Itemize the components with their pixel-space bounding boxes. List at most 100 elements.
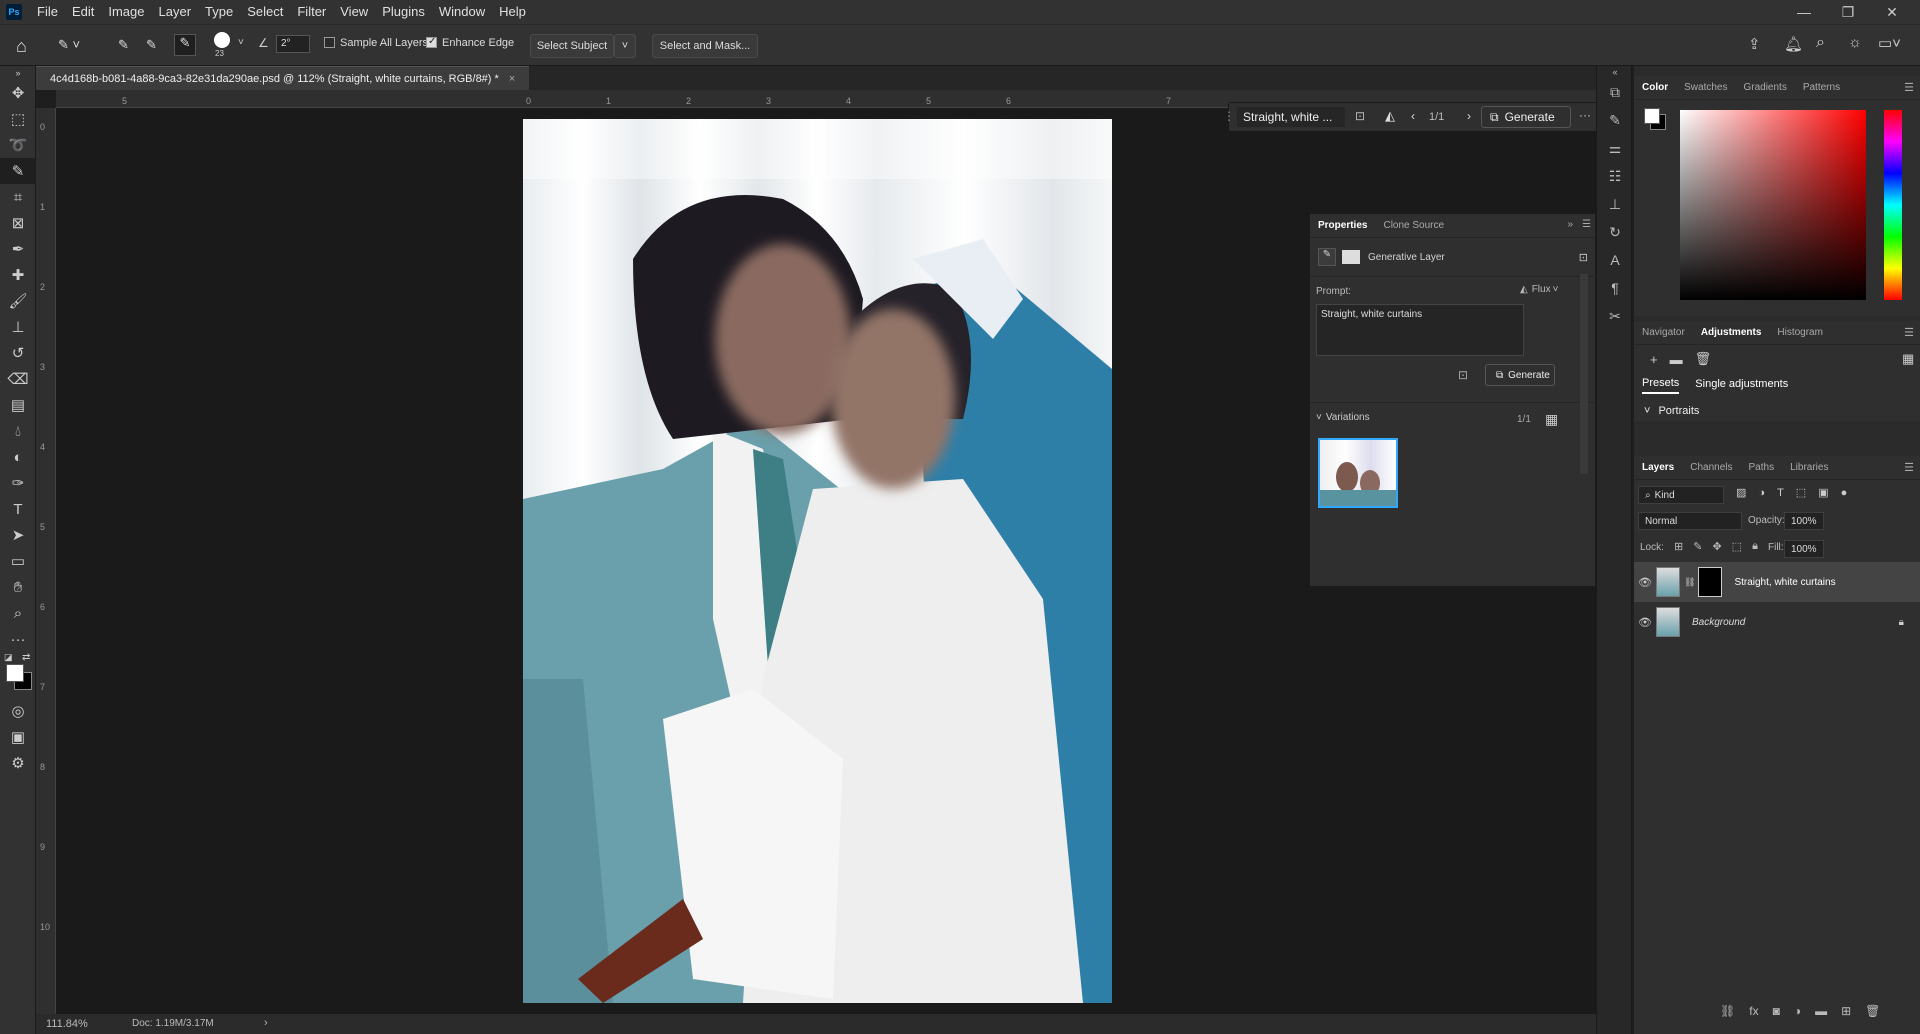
lock-position-icon[interactable]: ✥ <box>1712 540 1721 553</box>
history-brush-icon[interactable]: ↺ <box>0 340 36 366</box>
lock-all-icon[interactable]: 🔒︎ <box>1752 540 1758 553</box>
more-options-icon[interactable]: ··· <box>1579 108 1591 122</box>
home-icon[interactable]: ⌂ <box>16 36 27 57</box>
layer-mask-thumbnail[interactable] <box>1698 567 1723 597</box>
fill-input[interactable]: 100% <box>1784 540 1824 558</box>
menu-type[interactable]: Type <box>198 0 240 24</box>
variation-thumbnail[interactable] <box>1318 438 1398 508</box>
model-icon[interactable]: ◭ <box>1385 108 1395 124</box>
add-to-selection-icon[interactable]: ✎ <box>146 37 157 53</box>
screen-mode-icon[interactable]: ▣ <box>0 724 36 750</box>
tab-presets[interactable]: Presets <box>1642 377 1680 394</box>
portraits-section[interactable]: ˅ Portraits <box>1644 405 1699 417</box>
lock-transparency-icon[interactable]: ⊞ <box>1674 540 1683 553</box>
lasso-tool-icon[interactable]: ➰ <box>0 132 36 158</box>
delete-layer-icon[interactable]: 🗑︎ <box>1865 1004 1880 1018</box>
add-mask-icon[interactable]: ◙ <box>1773 1004 1780 1018</box>
select-and-mask-button[interactable]: Select and Mask... <box>652 34 758 58</box>
menu-image[interactable]: Image <box>101 0 151 24</box>
type-tool-icon[interactable]: T <box>0 496 36 522</box>
reference-image-icon[interactable]: ⊡ <box>1458 368 1468 382</box>
workspace-icon[interactable]: ▭˅ <box>1878 34 1901 52</box>
tab-histogram[interactable]: Histogram <box>1769 321 1831 345</box>
new-layer-icon[interactable]: ⊞ <box>1841 1004 1851 1018</box>
quick-mask-icon[interactable]: ◎ <box>0 698 36 724</box>
select-subject-dropdown-icon[interactable]: ˅ <box>614 34 636 58</box>
frame-tool-icon[interactable]: ⊠ <box>0 210 36 236</box>
edit-toolbar-icon[interactable]: ⚙ <box>0 750 36 776</box>
reference-image-icon[interactable]: ⊡ <box>1579 251 1588 264</box>
tab-single-adjustments[interactable]: Single adjustments <box>1695 378 1788 393</box>
properties-panel-icon[interactable]: ☷ <box>1597 162 1633 190</box>
clone-source-icon[interactable]: ⊥ <box>1597 190 1633 218</box>
crop-tool-icon[interactable]: ⌗ <box>0 184 36 210</box>
foreground-color-swatch[interactable] <box>6 664 24 682</box>
properties-generate-button[interactable]: ⧉ Generate <box>1485 364 1555 386</box>
eyedropper-tool-icon[interactable]: ✒ <box>0 236 36 262</box>
grid-view-icon[interactable]: ▦ <box>1902 351 1914 367</box>
blend-mode-dropdown[interactable]: Normal <box>1638 512 1742 530</box>
hand-tool-icon[interactable]: ✋︎ <box>0 574 36 600</box>
restore-icon[interactable]: ❐ <box>1826 0 1870 24</box>
angle-input[interactable]: 2° <box>276 35 310 53</box>
collapse-toolbar-icon[interactable]: » <box>0 66 36 80</box>
model-selector[interactable]: ◭ Flux ˅ <box>1520 284 1558 295</box>
search-icon[interactable]: ⌕ <box>1816 34 1825 52</box>
folder-icon[interactable]: ▬ <box>1670 352 1683 367</box>
tab-adjustments[interactable]: Adjustments <box>1693 321 1770 345</box>
brush-dropdown-icon[interactable]: ˅ <box>238 37 244 48</box>
tab-layers[interactable]: Layers <box>1634 456 1682 480</box>
menu-edit[interactable]: Edit <box>65 0 101 24</box>
tab-libraries[interactable]: Libraries <box>1782 456 1836 480</box>
menu-window[interactable]: Window <box>432 0 492 24</box>
menu-layer[interactable]: Layer <box>152 0 199 24</box>
zoom-tool-icon[interactable]: ⌕ <box>0 600 36 626</box>
gradient-tool-icon[interactable]: ▤ <box>0 392 36 418</box>
swap-colors-icon[interactable]: ⇄ <box>22 652 30 663</box>
menu-plugins[interactable]: Plugins <box>375 0 432 24</box>
pen-tool-icon[interactable]: ✑ <box>0 470 36 496</box>
document-tab[interactable]: 4c4d168b-b081-4a88-9ca3-82e31da290ae.psd… <box>36 66 530 90</box>
healing-brush-icon[interactable]: ✚ <box>0 262 36 288</box>
default-colors-icon[interactable]: ◪ <box>4 652 13 663</box>
blur-tool-icon[interactable]: 💧︎ <box>0 418 36 444</box>
actions-panel-icon[interactable]: ↻ <box>1597 218 1633 246</box>
generate-button[interactable]: ⧉ Generate <box>1481 106 1571 128</box>
paragraph-panel-icon[interactable]: ¶ <box>1597 274 1633 302</box>
opacity-input[interactable]: 100% <box>1784 512 1824 530</box>
menu-select[interactable]: Select <box>240 0 290 24</box>
tool-presets-icon[interactable]: ✂ <box>1597 302 1633 330</box>
panel-menu-icon[interactable]: ☰ <box>1904 81 1914 94</box>
select-subject-button[interactable]: Select Subject <box>530 34 614 58</box>
tab-clone-source[interactable]: Clone Source <box>1375 214 1452 238</box>
panel-menu-icon[interactable]: ☰ <box>1904 461 1914 474</box>
adjustment-filter-icon[interactable]: ◑ <box>1758 487 1765 499</box>
visibility-eye-icon[interactable]: 👁︎ <box>1634 576 1656 589</box>
history-panel-icon[interactable]: ⧉ <box>1597 78 1633 106</box>
sample-all-layers-checkbox[interactable]: Sample All Layers <box>324 36 428 49</box>
layer-filter-dropdown[interactable]: ⌕ Kind <box>1638 486 1724 504</box>
path-selection-icon[interactable]: ➤ <box>0 522 36 548</box>
subtract-from-selection-icon[interactable]: ✎ <box>174 34 196 56</box>
menu-view[interactable]: View <box>333 0 375 24</box>
drag-handle-icon[interactable]: ⋮ <box>1223 109 1235 123</box>
collapse-dock-icon[interactable]: « <box>1597 66 1633 78</box>
lock-pixels-icon[interactable]: ✎ <box>1693 540 1702 553</box>
tab-properties[interactable]: Properties <box>1310 214 1375 238</box>
fx-icon[interactable]: fx <box>1749 1004 1758 1018</box>
color-field[interactable] <box>1680 110 1866 300</box>
layer-name[interactable]: Straight, white curtains <box>1734 577 1835 588</box>
more-tools-icon[interactable]: ··· <box>0 626 36 652</box>
notifications-icon[interactable]: 🔔︎ <box>1784 35 1803 53</box>
trash-icon[interactable]: 🗑︎ <box>1695 351 1712 367</box>
brush-size-icon[interactable] <box>214 32 230 48</box>
tab-channels[interactable]: Channels <box>1682 456 1740 480</box>
enhance-edge-checkbox[interactable]: Enhance Edge <box>426 36 514 49</box>
tab-swatches[interactable]: Swatches <box>1676 76 1735 100</box>
new-group-icon[interactable]: ▬ <box>1815 1004 1827 1018</box>
status-menu-icon[interactable]: › <box>264 1017 268 1029</box>
menu-help[interactable]: Help <box>492 0 533 24</box>
adjustment-layer-icon[interactable]: ◑ <box>1794 1004 1801 1018</box>
tab-navigator[interactable]: Navigator <box>1634 321 1693 345</box>
next-variation-icon[interactable]: › <box>1467 109 1471 123</box>
